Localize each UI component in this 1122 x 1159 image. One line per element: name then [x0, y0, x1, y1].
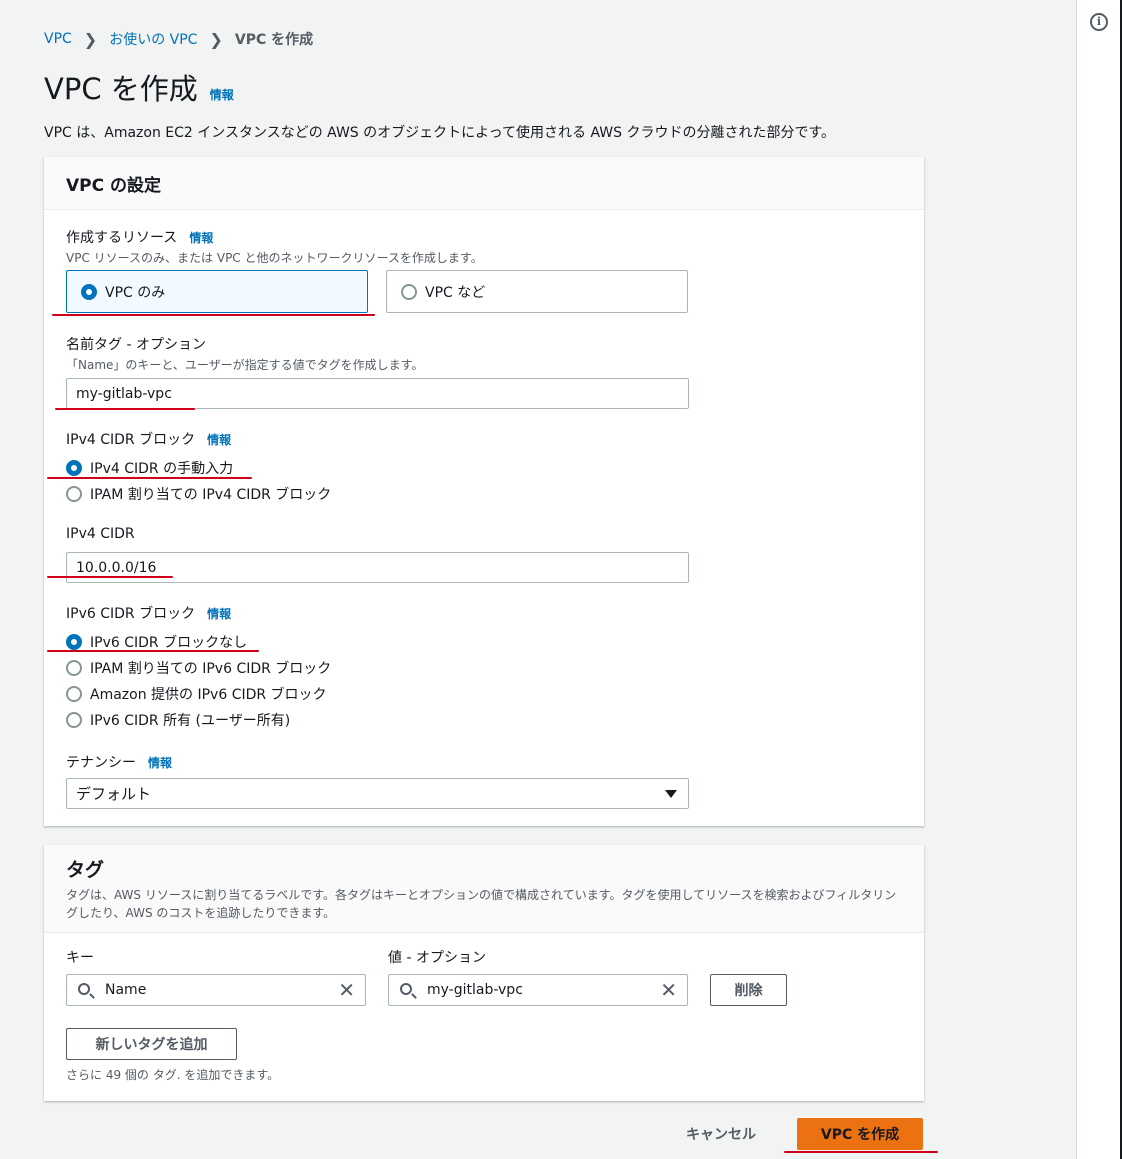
tenancy-select[interactable]: デフォルト — [66, 778, 689, 809]
tenancy-label: テナンシー — [66, 755, 136, 771]
tags-heading: タグ — [66, 859, 105, 881]
tag-value-value: my-gitlab-vpc — [427, 982, 523, 998]
ipv4-cidr-value: 10.0.0.0/16 — [76, 559, 157, 576]
tag-key-value: Name — [105, 982, 147, 998]
main-content: VPC ❯ お使いの VPC ❯ VPC を作成 VPC を作成 情報 VPC … — [0, 0, 1076, 1159]
resources-description: VPC リソースのみ、または VPC と他のネットワークリソースを作成します。 — [66, 251, 483, 265]
tenancy-field: テナンシー 情報 — [66, 752, 172, 772]
create-vpc-button[interactable]: VPC を作成 — [797, 1118, 923, 1150]
radio-ipv6-ipam-label: IPAM 割り当ての IPv6 CIDR ブロック — [90, 661, 332, 677]
vpc-settings-heading: VPC の設定 — [66, 176, 162, 196]
ipv4-block-info-link[interactable]: 情報 — [207, 431, 231, 448]
ipv4-cidr-input[interactable]: 10.0.0.0/16 — [66, 552, 689, 583]
radio-vpc-and-more[interactable] — [401, 283, 417, 300]
ipv6-block-label: IPv6 CIDR ブロック — [66, 606, 196, 622]
close-icon[interactable]: ✕ — [338, 980, 355, 1000]
chevron-right-icon: ❯ — [83, 29, 98, 49]
tile-vpc-only[interactable]: VPC のみ — [66, 270, 368, 313]
info-icon[interactable]: i — [1090, 13, 1108, 31]
radio-ipv4-ipam[interactable]: IPAM 割り当ての IPv4 CIDR ブロック — [66, 481, 331, 507]
page-description: VPC は、Amazon EC2 インスタンスなどの AWS のオブジェクトによ… — [44, 125, 836, 141]
resources-field: 作成するリソース 情報 VPC リソースのみ、または VPC と他のネットワーク… — [66, 227, 483, 266]
tag-value-label: 値 - オプション — [388, 947, 486, 967]
cancel-button[interactable]: キャンセル — [686, 1124, 756, 1144]
ipv6-block-field: IPv6 CIDR ブロック 情報 IPv6 CIDR ブロックなし IPAM … — [66, 603, 331, 733]
annotation-underline — [784, 1151, 938, 1153]
breadcrumb-current: VPC を作成 — [234, 32, 314, 48]
radio-ipv6-none-control[interactable] — [66, 634, 82, 650]
tag-key-label: キー — [66, 947, 94, 967]
resources-label: 作成するリソース — [66, 230, 178, 246]
radio-ipv4-ipam-control[interactable] — [66, 486, 82, 502]
radio-ipv6-amazon[interactable]: Amazon 提供の IPv6 CIDR ブロック — [66, 681, 331, 707]
radio-ipv6-amazon-control[interactable] — [66, 686, 82, 702]
search-icon — [400, 983, 412, 995]
chevron-right-icon: ❯ — [209, 29, 223, 49]
breadcrumb-your-vpcs[interactable]: お使いの VPC — [109, 29, 197, 49]
tag-key-label-text: キー — [66, 950, 94, 966]
ipv4-block-field: IPv4 CIDR ブロック 情報 IPv4 CIDR の手動入力 IPAM 割… — [66, 429, 331, 507]
ipv4-block-label: IPv4 CIDR ブロック — [66, 432, 196, 448]
radio-ipv6-ipam[interactable]: IPAM 割り当ての IPv6 CIDR ブロック — [66, 655, 331, 681]
annotation-underline — [47, 477, 252, 479]
radio-ipv6-none-label: IPv6 CIDR ブロックなし — [90, 635, 248, 651]
vpc-settings-header: VPC の設定 — [44, 157, 924, 210]
caret-down-icon — [665, 790, 677, 798]
help-panel: i — [1076, 0, 1122, 1159]
radio-ipv4-manual-label: IPv4 CIDR の手動入力 — [90, 461, 234, 477]
tile-vpc-and-more[interactable]: VPC など — [386, 270, 688, 313]
radio-ipv6-owned-control[interactable] — [66, 712, 82, 728]
annotation-underline — [52, 314, 375, 316]
radio-ipv4-ipam-label: IPAM 割り当ての IPv4 CIDR ブロック — [90, 487, 332, 503]
tags-limit-hint: さらに 49 個の タグ. を追加できます。 — [66, 1068, 280, 1082]
tile-vpc-and-more-label: VPC など — [425, 284, 486, 301]
tenancy-value: デフォルト — [76, 785, 152, 803]
name-tag-label: 名前タグ - オプション — [66, 337, 206, 353]
name-tag-input[interactable]: my-gitlab-vpc — [66, 378, 689, 409]
page-info-link[interactable]: 情報 — [210, 86, 234, 103]
remove-tag-button[interactable]: 削除 — [710, 974, 787, 1006]
radio-ipv6-owned[interactable]: IPv6 CIDR 所有 (ユーザー所有) — [66, 707, 331, 733]
annotation-underline — [55, 408, 195, 410]
ipv6-block-info-link[interactable]: 情報 — [207, 605, 231, 622]
vpc-settings-panel: VPC の設定 作成するリソース 情報 VPC リソースのみ、または VPC と… — [44, 157, 924, 826]
tags-description: タグは、AWS リソースに割り当てるラベルです。各タグはキーとオプションの値で構… — [66, 888, 897, 920]
search-icon — [78, 983, 90, 995]
tag-value-input[interactable]: my-gitlab-vpc ✕ — [388, 974, 688, 1006]
page-title-text: VPC を作成 — [44, 72, 198, 106]
ipv4-cidr-field: IPv4 CIDR — [66, 526, 135, 542]
name-tag-value: my-gitlab-vpc — [76, 385, 172, 402]
radio-ipv6-ipam-control[interactable] — [66, 660, 82, 676]
tags-header: タグ タグは、AWS リソースに割り当てるラベルです。各タグはキーとオプションの… — [44, 845, 924, 933]
tenancy-info-link[interactable]: 情報 — [148, 754, 172, 771]
radio-vpc-only[interactable] — [81, 283, 97, 300]
radio-ipv6-amazon-label: Amazon 提供の IPv6 CIDR ブロック — [90, 687, 327, 703]
add-tag-button[interactable]: 新しいタグを追加 — [66, 1028, 237, 1060]
name-tag-field: 名前タグ - オプション 「Name」のキーと、ユーザーが指定する値でタグを作成… — [66, 334, 424, 373]
annotation-underline — [47, 576, 173, 578]
close-icon[interactable]: ✕ — [660, 980, 677, 1000]
tag-value-label-text: 値 - オプション — [388, 950, 486, 966]
page-title: VPC を作成 情報 — [44, 66, 234, 108]
radio-ipv4-manual-control[interactable] — [66, 460, 82, 476]
breadcrumb: VPC ❯ お使いの VPC ❯ VPC を作成 — [44, 29, 313, 49]
tag-key-input[interactable]: Name ✕ — [66, 974, 366, 1006]
annotation-underline — [47, 650, 259, 652]
tags-panel: タグ タグは、AWS リソースに割り当てるラベルです。各タグはキーとオプションの… — [44, 845, 924, 1101]
name-tag-description: 「Name」のキーと、ユーザーが指定する値でタグを作成します。 — [66, 358, 424, 372]
breadcrumb-vpc[interactable]: VPC — [44, 31, 72, 47]
radio-ipv6-owned-label: IPv6 CIDR 所有 (ユーザー所有) — [90, 713, 291, 729]
ipv4-cidr-label: IPv4 CIDR — [66, 526, 135, 542]
resources-info-link[interactable]: 情報 — [189, 229, 213, 246]
tile-vpc-only-label: VPC のみ — [105, 284, 166, 301]
